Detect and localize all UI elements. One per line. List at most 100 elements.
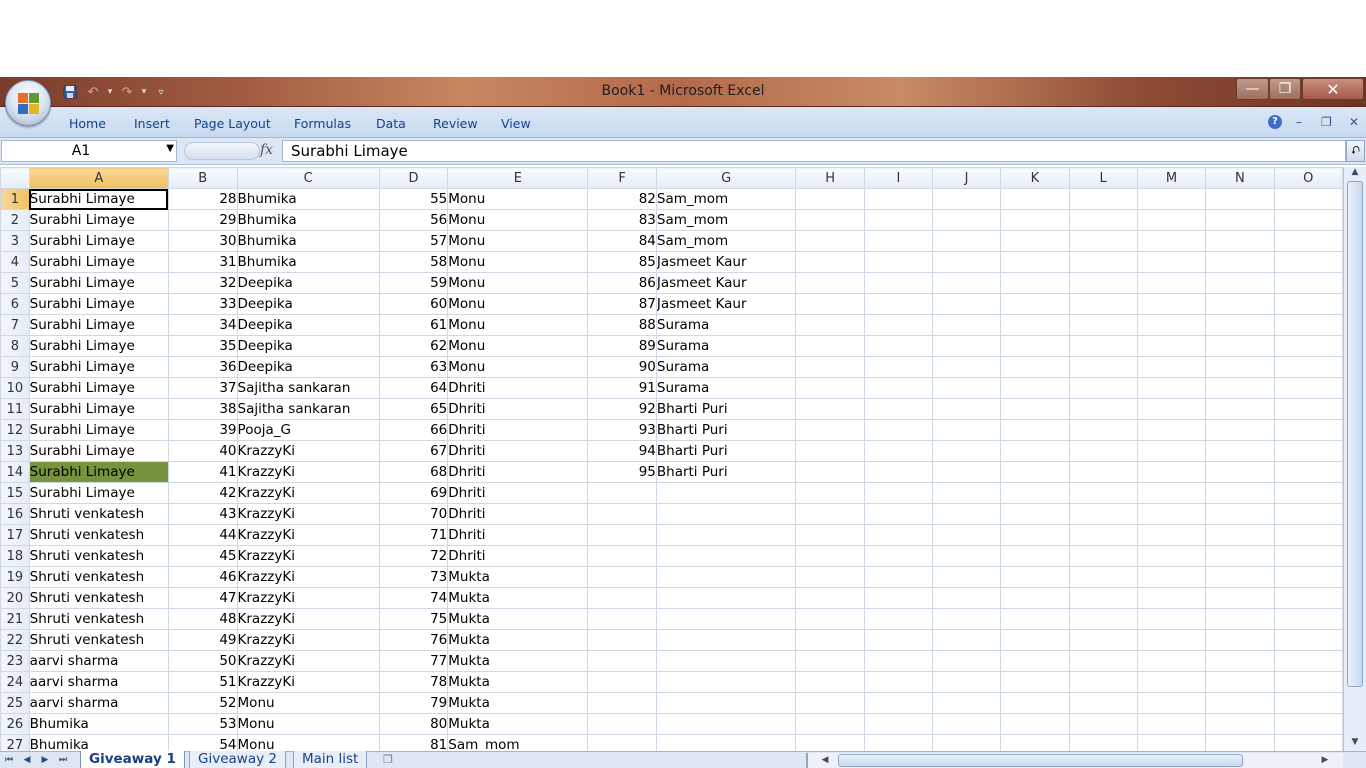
cell-a20[interactable]: Shruti venkatesh <box>28 587 169 609</box>
cell-k16[interactable] <box>1000 503 1070 525</box>
cell-k14[interactable] <box>1000 461 1070 483</box>
cell-d22[interactable]: 76 <box>378 629 449 651</box>
cell-g17[interactable] <box>655 524 797 546</box>
cell-i25[interactable] <box>863 692 934 714</box>
cell-h23[interactable] <box>795 650 865 672</box>
cell-d13[interactable]: 67 <box>378 440 449 462</box>
row-header[interactable]: 24 <box>0 671 30 693</box>
cell-a17[interactable]: Shruti venkatesh <box>28 524 169 546</box>
cell-c25[interactable]: Monu <box>236 692 380 714</box>
cell-e6[interactable]: Monu <box>447 293 589 315</box>
cell-o23[interactable] <box>1273 650 1343 672</box>
cell-g13[interactable]: Bharti Puri <box>655 440 797 462</box>
column-header[interactable]: J <box>931 167 1002 189</box>
column-header[interactable]: G <box>655 167 797 189</box>
cell-i15[interactable] <box>863 482 934 504</box>
cell-k19[interactable] <box>1000 566 1070 588</box>
cell-e25[interactable]: Mukta <box>447 692 589 714</box>
office-button[interactable] <box>5 80 51 126</box>
cell-e9[interactable]: Monu <box>447 356 589 378</box>
column-header[interactable]: O <box>1273 167 1343 189</box>
column-header[interactable]: I <box>863 167 934 189</box>
cell-l10[interactable] <box>1068 377 1138 399</box>
cell-k4[interactable] <box>1000 251 1070 273</box>
select-all-corner[interactable] <box>0 167 30 189</box>
cell-e20[interactable]: Mukta <box>447 587 589 609</box>
cell-a15[interactable]: Surabhi Limaye <box>28 482 169 504</box>
cell-m9[interactable] <box>1136 356 1207 378</box>
cell-i13[interactable] <box>863 440 934 462</box>
cell-m10[interactable] <box>1136 377 1207 399</box>
column-header[interactable]: D <box>378 167 449 189</box>
cell-b3[interactable]: 30 <box>167 230 238 252</box>
row-header[interactable]: 8 <box>0 335 30 357</box>
cell-h11[interactable] <box>795 398 865 420</box>
undo-icon[interactable]: ↶ <box>83 82 103 102</box>
cell-f17[interactable] <box>587 524 657 546</box>
cell-e15[interactable]: Dhriti <box>447 482 589 504</box>
cell-n17[interactable] <box>1205 524 1275 546</box>
cell-k11[interactable] <box>1000 398 1070 420</box>
cell-n13[interactable] <box>1205 440 1275 462</box>
horizontal-scrollbar[interactable]: ◀ ▶ <box>806 753 1343 768</box>
vertical-scrollbar[interactable]: ▲ ▼ <box>1343 167 1366 751</box>
cell-a24[interactable]: aarvi sharma <box>28 671 169 693</box>
cell-i18[interactable] <box>863 545 934 567</box>
cell-o22[interactable] <box>1273 629 1343 651</box>
cell-o16[interactable] <box>1273 503 1343 525</box>
cell-b19[interactable]: 46 <box>167 566 238 588</box>
cell-g18[interactable] <box>655 545 797 567</box>
cell-b2[interactable]: 29 <box>167 209 238 231</box>
name-box[interactable]: A1 ▼ <box>1 140 177 162</box>
cell-m22[interactable] <box>1136 629 1207 651</box>
cell-o27[interactable] <box>1273 734 1343 751</box>
cell-n15[interactable] <box>1205 482 1275 504</box>
cell-l26[interactable] <box>1068 713 1138 735</box>
cell-d18[interactable]: 72 <box>378 545 449 567</box>
expand-formula-bar-icon[interactable]: ⮏ <box>1346 140 1365 162</box>
cell-o17[interactable] <box>1273 524 1343 546</box>
cell-b14[interactable]: 41 <box>167 461 238 483</box>
cell-n5[interactable] <box>1205 272 1275 294</box>
cell-k8[interactable] <box>1000 335 1070 357</box>
row-header[interactable]: 14 <box>0 461 30 483</box>
cell-h4[interactable] <box>795 251 865 273</box>
row-header[interactable]: 9 <box>0 356 30 378</box>
cell-d6[interactable]: 60 <box>378 293 449 315</box>
cell-k6[interactable] <box>1000 293 1070 315</box>
cell-l6[interactable] <box>1068 293 1138 315</box>
cell-c24[interactable]: KrazzyKi <box>236 671 380 693</box>
cell-n25[interactable] <box>1205 692 1275 714</box>
cell-c27[interactable]: Monu <box>236 734 380 751</box>
cell-i3[interactable] <box>863 230 934 252</box>
cell-k1[interactable] <box>1000 188 1070 210</box>
cell-c8[interactable]: Deepika <box>236 335 380 357</box>
cell-i2[interactable] <box>863 209 934 231</box>
cell-d23[interactable]: 77 <box>378 650 449 672</box>
cell-j24[interactable] <box>931 671 1002 693</box>
cell-l25[interactable] <box>1068 692 1138 714</box>
cell-a13[interactable]: Surabhi Limaye <box>28 440 169 462</box>
cell-o24[interactable] <box>1273 671 1343 693</box>
cell-n19[interactable] <box>1205 566 1275 588</box>
cell-j4[interactable] <box>931 251 1002 273</box>
sheet-tab-giveaway-1[interactable]: Giveaway 1 <box>80 751 185 768</box>
cell-e17[interactable]: Dhriti <box>447 524 589 546</box>
cell-l7[interactable] <box>1068 314 1138 336</box>
cell-g19[interactable] <box>655 566 797 588</box>
cell-k21[interactable] <box>1000 608 1070 630</box>
cell-n2[interactable] <box>1205 209 1275 231</box>
cell-b8[interactable]: 35 <box>167 335 238 357</box>
cell-o26[interactable] <box>1273 713 1343 735</box>
cell-a3[interactable]: Surabhi Limaye <box>28 230 169 252</box>
cell-e12[interactable]: Dhriti <box>447 419 589 441</box>
cell-o15[interactable] <box>1273 482 1343 504</box>
cell-l15[interactable] <box>1068 482 1138 504</box>
cell-m21[interactable] <box>1136 608 1207 630</box>
cell-m20[interactable] <box>1136 587 1207 609</box>
cell-d8[interactable]: 62 <box>378 335 449 357</box>
cell-a19[interactable]: Shruti venkatesh <box>28 566 169 588</box>
horizontal-scroll-thumb[interactable] <box>838 754 1243 767</box>
cell-o6[interactable] <box>1273 293 1343 315</box>
cell-h22[interactable] <box>795 629 865 651</box>
